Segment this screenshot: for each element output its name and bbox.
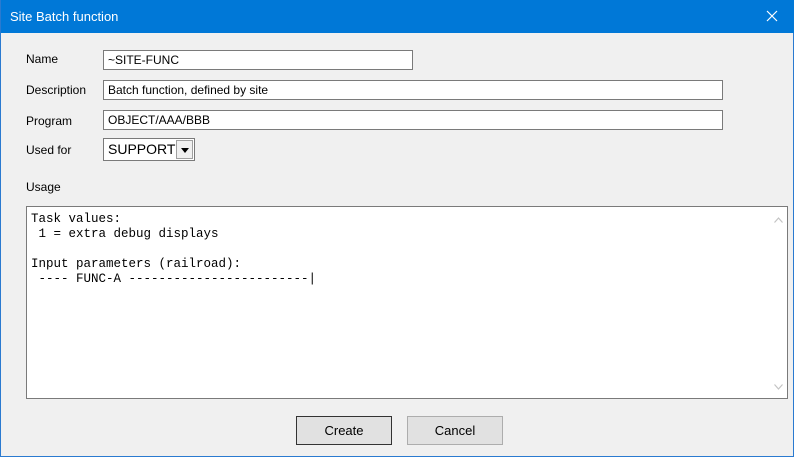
chevron-down-icon: [181, 148, 189, 153]
program-label: Program: [26, 114, 73, 128]
name-label: Name: [26, 52, 59, 66]
cancel-button[interactable]: Cancel: [407, 416, 503, 445]
name-field[interactable]: ~SITE-FUNC: [103, 50, 413, 70]
create-button[interactable]: Create: [296, 416, 392, 445]
usage-textarea[interactable]: Task values: 1 = extra debug displays In…: [26, 206, 788, 399]
used-for-value: SUPPORT: [108, 141, 176, 157]
dialog-window: Site Batch function Name ~SITE-FUNC Desc…: [0, 0, 794, 457]
close-button[interactable]: [749, 0, 794, 33]
used-for-label: Used for: [26, 143, 72, 157]
window-title: Site Batch function: [10, 9, 119, 24]
usage-label: Usage: [26, 180, 61, 194]
description-field[interactable]: Batch function, defined by site: [103, 80, 723, 100]
scroll-down-icon[interactable]: [774, 384, 783, 390]
usage-text: Task values: 1 = extra debug displays In…: [31, 212, 317, 286]
program-field[interactable]: OBJECT/AAA/BBB: [103, 110, 723, 130]
scroll-up-icon[interactable]: [774, 217, 783, 223]
close-icon: [766, 10, 778, 22]
used-for-dropdown-button[interactable]: [176, 140, 193, 159]
title-bar: Site Batch function: [1, 0, 794, 33]
vertical-scrollbar[interactable]: [770, 207, 787, 398]
used-for-select[interactable]: SUPPORT: [103, 138, 195, 161]
description-label: Description: [26, 83, 87, 97]
